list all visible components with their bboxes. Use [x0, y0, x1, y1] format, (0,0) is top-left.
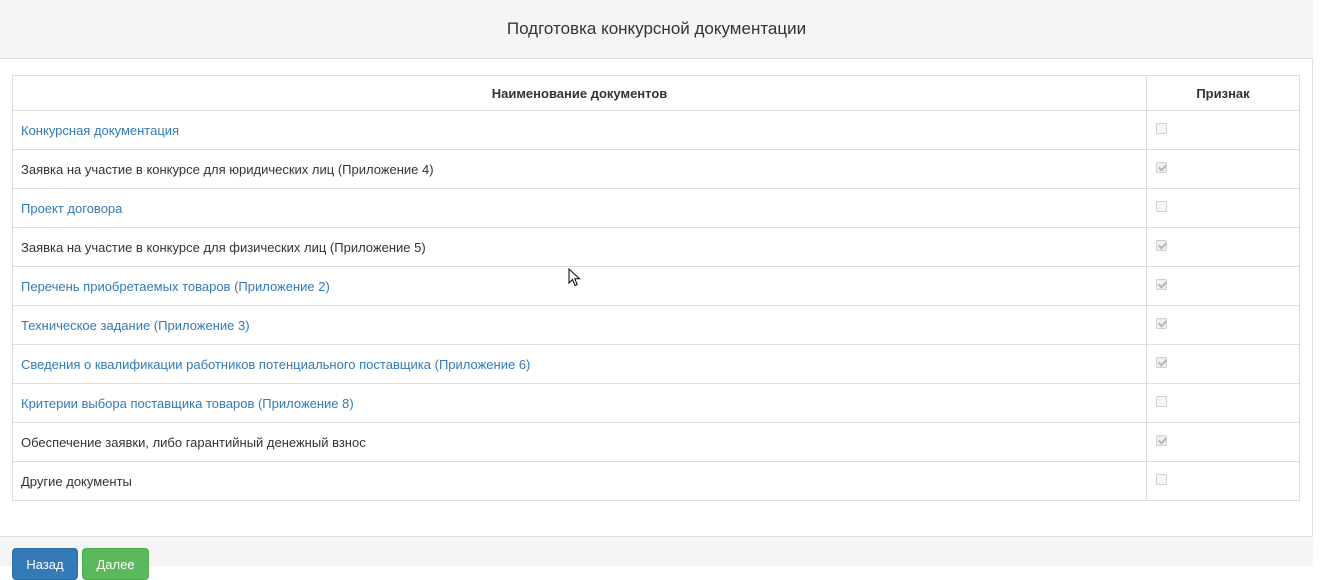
document-link[interactable]: Сведения о квалификации работников потен…: [21, 357, 530, 372]
table-row: Конкурсная документация: [12, 110, 1300, 150]
document-name-cell: Обеспечение заявки, либо гарантийный ден…: [12, 422, 1147, 462]
document-name-cell: Критерии выбора поставщика товаров (Прил…: [12, 383, 1147, 423]
document-mark-cell: [1146, 383, 1300, 423]
document-name-cell: Другие документы: [12, 461, 1147, 501]
table-row: Перечень приобретаемых товаров (Приложен…: [12, 266, 1300, 306]
mark-checkbox[interactable]: [1156, 161, 1167, 173]
panel-header: Подготовка конкурсной документации: [0, 0, 1313, 59]
document-mark-cell: [1146, 110, 1300, 150]
document-name-cell: Сведения о квалификации работников потен…: [12, 344, 1147, 384]
table-row: Сведения о квалификации работников потен…: [12, 344, 1300, 384]
table-header-row: Наименование документов Признак: [12, 75, 1300, 111]
table-row: Обеспечение заявки, либо гарантийный ден…: [12, 422, 1300, 462]
table-row: Заявка на участие в конкурсе для юридиче…: [12, 149, 1300, 189]
document-link[interactable]: Техническое задание (Приложение 3): [21, 318, 250, 333]
mark-checkbox[interactable]: [1156, 239, 1167, 251]
document-label: Заявка на участие в конкурсе для юридиче…: [21, 161, 434, 177]
document-link[interactable]: Конкурсная документация: [21, 123, 179, 138]
document-name-cell: Заявка на участие в конкурсе для юридиче…: [12, 149, 1147, 189]
table-row: Техническое задание (Приложение 3): [12, 305, 1300, 345]
document-mark-cell: [1146, 266, 1300, 306]
mark-checkbox[interactable]: [1156, 200, 1167, 212]
next-button[interactable]: Далее: [82, 548, 149, 580]
page-title: Подготовка конкурсной документации: [506, 19, 807, 38]
document-link[interactable]: Перечень приобретаемых товаров (Приложен…: [21, 279, 330, 294]
document-mark-cell: [1146, 344, 1300, 384]
mark-checkbox[interactable]: [1156, 473, 1167, 485]
document-mark-cell: [1146, 227, 1300, 267]
document-name-cell: Техническое задание (Приложение 3): [12, 305, 1147, 345]
document-mark-cell: [1146, 305, 1300, 345]
table-row: Другие документы: [12, 461, 1300, 501]
mark-checkbox[interactable]: [1156, 434, 1167, 446]
document-label: Обеспечение заявки, либо гарантийный ден…: [21, 434, 366, 450]
mark-checkbox[interactable]: [1156, 317, 1167, 329]
document-mark-cell: [1146, 422, 1300, 462]
table-row: Заявка на участие в конкурсе для физичес…: [12, 227, 1300, 267]
mark-checkbox[interactable]: [1156, 356, 1167, 368]
document-name-cell: Проект договора: [12, 188, 1147, 228]
document-mark-cell: [1146, 461, 1300, 501]
mark-checkbox[interactable]: [1156, 122, 1167, 134]
document-label: Заявка на участие в конкурсе для физичес…: [21, 239, 426, 255]
mouse-cursor-icon: [568, 268, 581, 287]
document-mark-cell: [1146, 188, 1300, 228]
panel-footer: Назад Далее: [0, 536, 1313, 580]
document-link[interactable]: Критерии выбора поставщика товаров (Прил…: [21, 396, 354, 411]
mark-checkbox[interactable]: [1156, 278, 1167, 290]
document-link[interactable]: Проект договора: [21, 201, 122, 216]
document-name-cell: Конкурсная документация: [12, 110, 1147, 150]
back-button[interactable]: Назад: [12, 548, 78, 580]
table-row: Проект договора: [12, 188, 1300, 228]
documents-table: Наименование документов Признак Конкурсн…: [12, 75, 1300, 501]
document-panel: Подготовка конкурсной документации Наиме…: [0, 0, 1313, 580]
mark-checkbox[interactable]: [1156, 395, 1167, 407]
column-header-mark: Признак: [1146, 75, 1300, 111]
column-header-name: Наименование документов: [12, 75, 1147, 111]
document-name-cell: Заявка на участие в конкурсе для физичес…: [12, 227, 1147, 267]
document-mark-cell: [1146, 149, 1300, 189]
document-label: Другие документы: [21, 473, 132, 489]
table-row: Критерии выбора поставщика товаров (Прил…: [12, 383, 1300, 423]
